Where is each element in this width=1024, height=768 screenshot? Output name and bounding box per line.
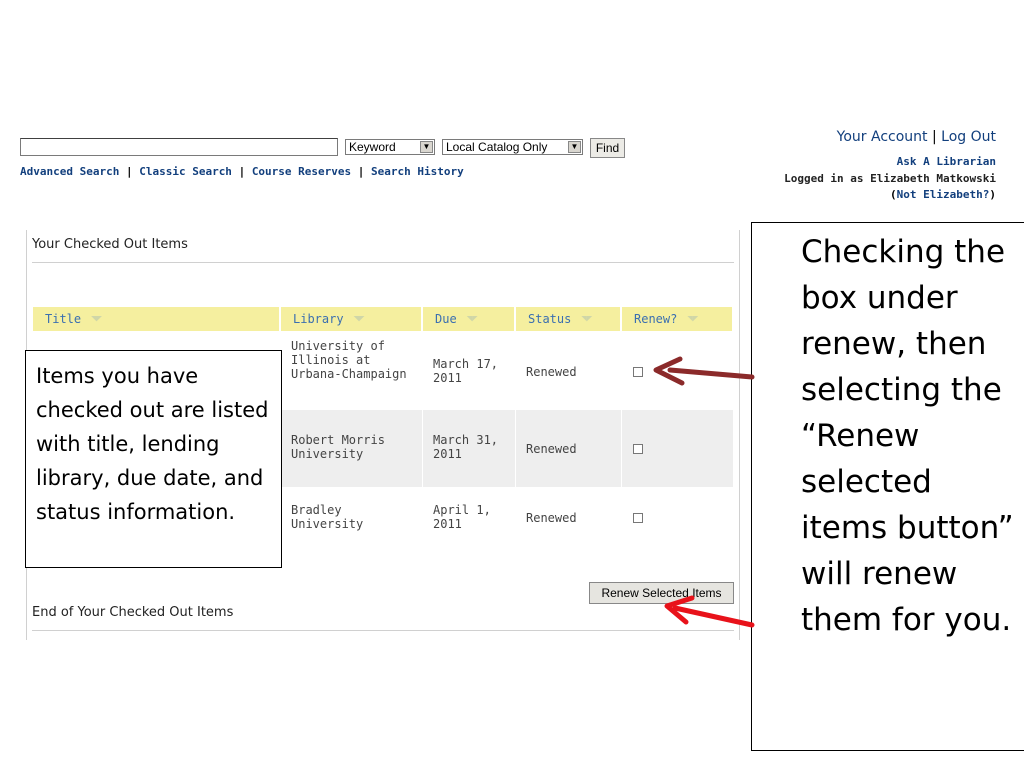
arrow-to-checkbox <box>653 356 755 386</box>
arrows-overlay <box>653 356 755 628</box>
arrow-to-renew-button <box>664 595 755 628</box>
